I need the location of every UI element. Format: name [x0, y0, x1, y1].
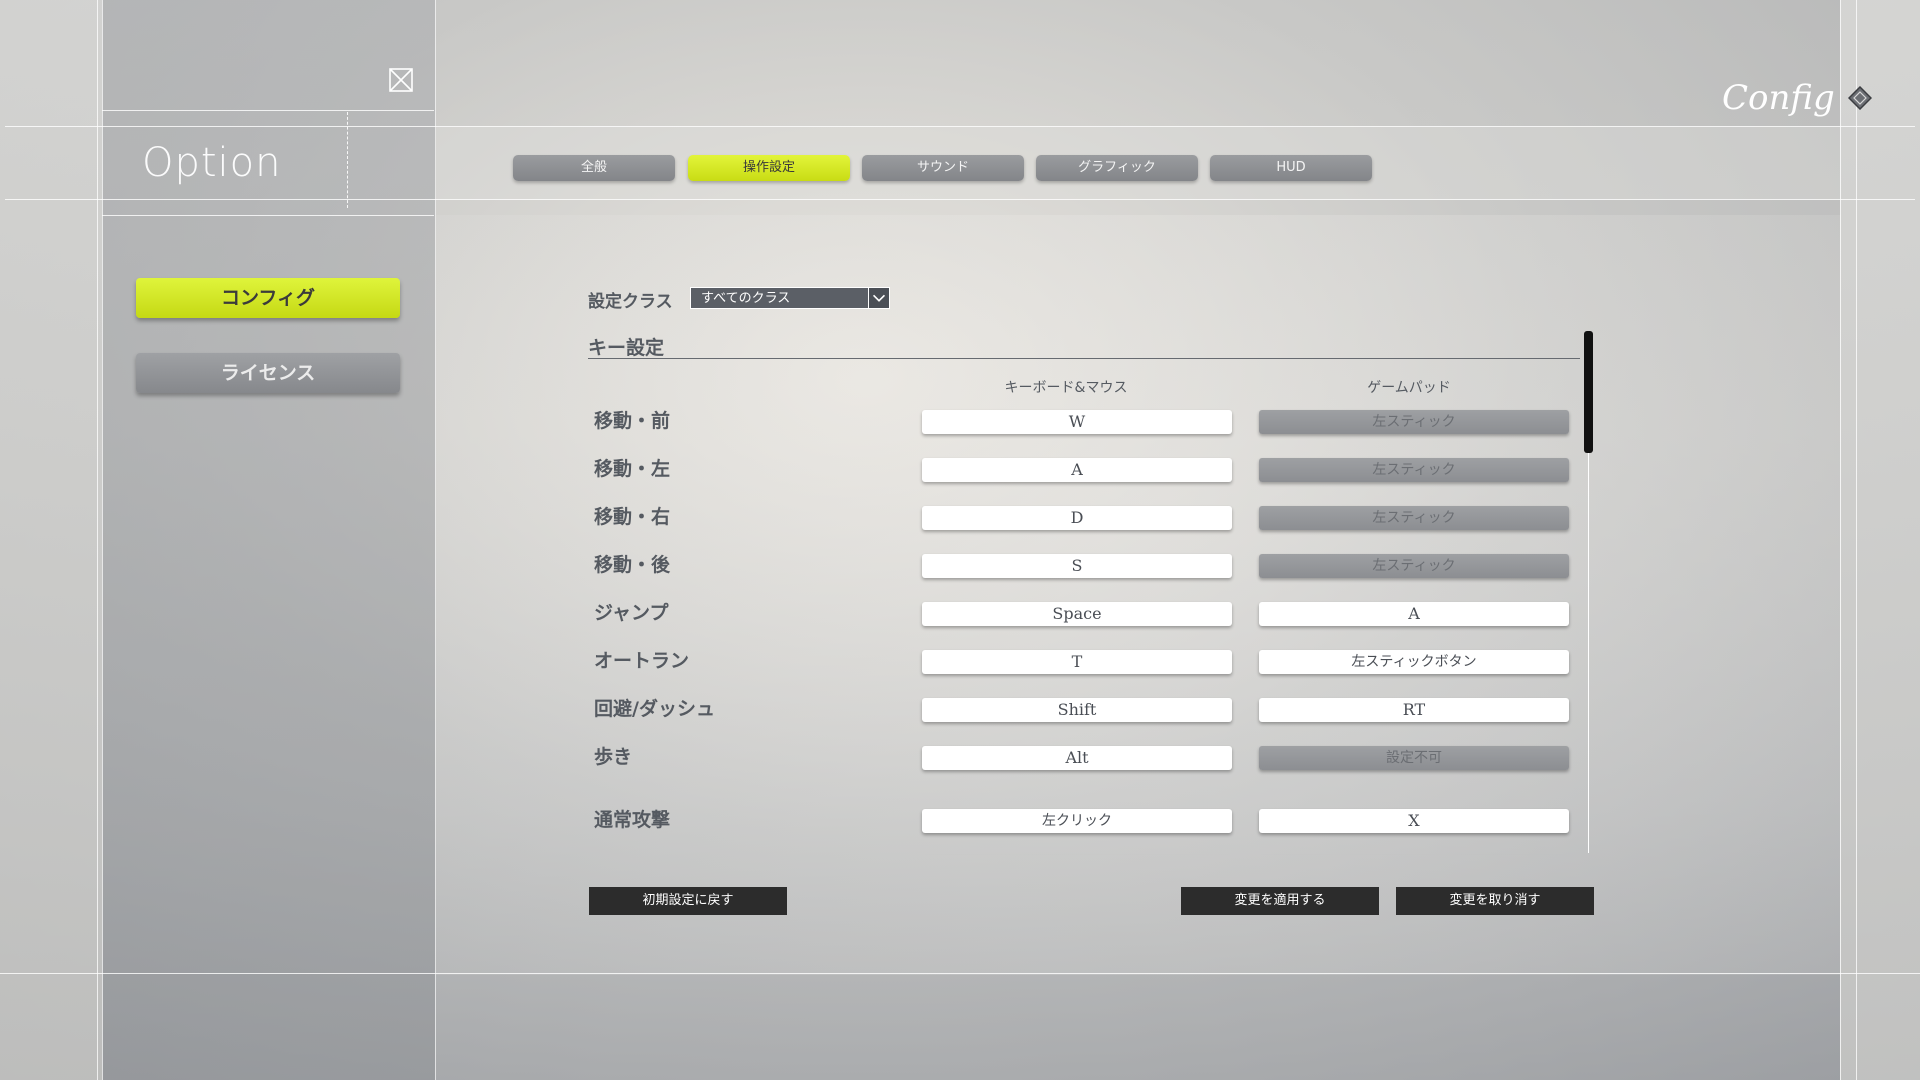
background-ornament-left [0, 0, 102, 1080]
column-header-gamepad: ゲームパッド [1367, 380, 1451, 396]
config-title: Config [1722, 78, 1835, 118]
action-label: 移動・右 [594, 506, 671, 528]
background-ornament-right [1840, 0, 1920, 1080]
list-item: 歩き Alt 設定不可 [588, 742, 1582, 772]
keyboard-binding[interactable]: A [922, 458, 1232, 482]
keyboard-binding[interactable]: S [922, 554, 1232, 578]
class-select[interactable]: すべてのクラス [690, 287, 890, 309]
gamepad-binding[interactable]: A [1259, 602, 1569, 626]
tab-hud[interactable]: HUD [1210, 155, 1372, 181]
gamepad-binding[interactable]: X [1259, 809, 1569, 833]
sidebar-item-license[interactable]: ライセンス [136, 353, 400, 393]
action-label: 移動・左 [594, 458, 671, 480]
list-item: 移動・左 A 左スティック [588, 454, 1582, 484]
action-label: オートラン [594, 650, 690, 672]
action-label: 移動・前 [594, 410, 671, 432]
gamepad-binding[interactable]: 左スティックボタン [1259, 650, 1569, 674]
gamepad-binding[interactable]: RT [1259, 698, 1569, 722]
list-item: ジャンプ Space A [588, 598, 1582, 628]
list-item: オートラン T 左スティックボタン [588, 646, 1582, 676]
list-item-partial [588, 852, 1582, 855]
gamepad-binding: 設定不可 [1259, 746, 1569, 770]
frame-line-top [5, 126, 1915, 127]
option-title: Option [142, 140, 282, 186]
tab-graphics[interactable]: グラフィック [1036, 155, 1198, 181]
scrollbar-track[interactable] [1588, 453, 1589, 853]
frame-line-right [1840, 0, 1841, 1080]
action-label: ジャンプ [594, 602, 669, 624]
frame-line-sidebar-mid [102, 215, 434, 216]
option-title-divider [347, 112, 348, 208]
help-diamond-icon[interactable] [1848, 86, 1872, 110]
cancel-changes-button[interactable]: 変更を取り消す [1396, 887, 1594, 915]
gamepad-binding: 左スティック [1259, 458, 1569, 482]
sidebar-item-config[interactable]: コンフィグ [136, 278, 400, 318]
list-item: 回避/ダッシュ Shift RT [588, 694, 1582, 724]
keyboard-binding[interactable]: W [922, 410, 1232, 434]
action-label: 回避/ダッシュ [594, 698, 715, 720]
frame-line-bottom [0, 973, 1920, 974]
frame-line-sidebar-top [102, 110, 434, 111]
tab-sound[interactable]: サウンド [862, 155, 1024, 181]
frame-line-right-outer [1856, 0, 1857, 1080]
section-title: キー設定 [588, 337, 665, 359]
gamepad-binding: 左スティック [1259, 506, 1569, 530]
action-label: 移動・後 [594, 554, 671, 576]
keyboard-binding[interactable]: Space [922, 602, 1232, 626]
tab-general[interactable]: 全般 [513, 155, 675, 181]
list-item: 移動・右 D 左スティック [588, 502, 1582, 532]
section-divider [588, 358, 1580, 359]
column-header-keyboard: キーボード&マウス [1004, 380, 1128, 396]
keyboard-binding[interactable]: T [922, 650, 1232, 674]
keyboard-binding[interactable]: Shift [922, 698, 1232, 722]
list-item: 移動・後 S 左スティック [588, 550, 1582, 580]
list-item: 移動・前 W 左スティック [588, 406, 1582, 436]
chevron-down-icon[interactable] [868, 287, 890, 309]
close-icon[interactable] [389, 68, 413, 92]
scrollbar-thumb[interactable] [1584, 331, 1593, 453]
action-label: 歩き [594, 746, 633, 768]
action-label: 通常攻撃 [594, 809, 671, 831]
keyboard-binding[interactable]: Alt [922, 746, 1232, 770]
key-binding-list: 移動・前 W 左スティック 移動・左 A 左スティック 移動・右 D 左スティッ… [588, 400, 1582, 855]
apply-changes-button[interactable]: 変更を適用する [1181, 887, 1379, 915]
gamepad-binding: 左スティック [1259, 554, 1569, 578]
reset-defaults-button[interactable]: 初期設定に戻す [589, 887, 787, 915]
keyboard-binding[interactable]: 左クリック [922, 809, 1232, 833]
class-selector-label: 設定クラス [588, 292, 673, 312]
frame-line-header-bottom [5, 199, 1915, 200]
list-item: 通常攻撃 左クリック X [588, 805, 1582, 835]
gamepad-binding: 左スティック [1259, 410, 1569, 434]
keyboard-binding[interactable]: D [922, 506, 1232, 530]
tab-controls[interactable]: 操作設定 [688, 155, 850, 181]
frame-line-left [97, 0, 98, 1080]
